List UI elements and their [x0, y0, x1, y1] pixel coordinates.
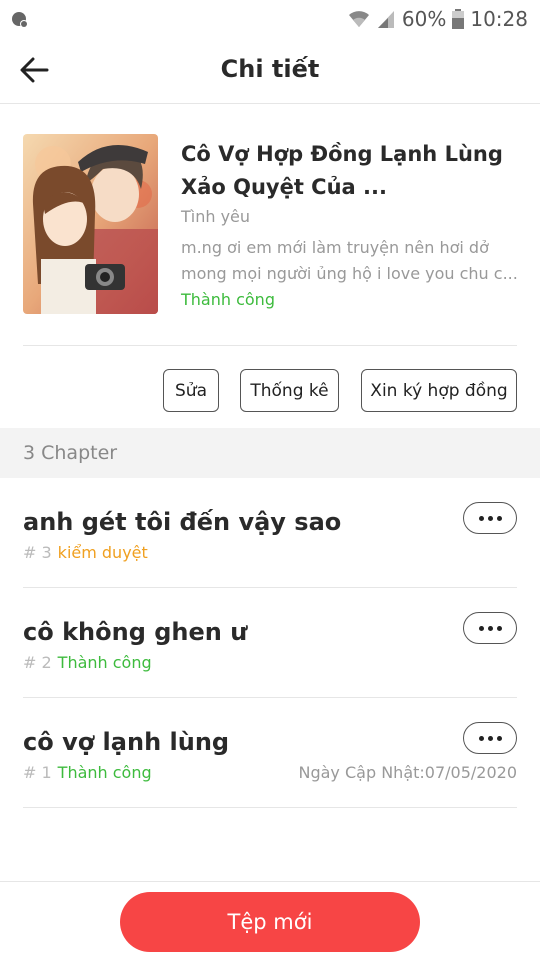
signal-icon: [377, 11, 394, 28]
chapter-meta: # 3 kiểm duyệt: [23, 543, 148, 562]
cover-illustration: [23, 134, 158, 314]
more-options-button[interactable]: [463, 612, 517, 644]
chapter-update-date: Ngày Cập Nhật:07/05/2020: [298, 763, 518, 782]
more-options-button[interactable]: [463, 722, 517, 754]
more-dots-icon: [487, 625, 493, 631]
book-genre: Tình yêu: [181, 207, 251, 226]
battery-percentage: 60%: [401, 7, 447, 31]
chapter-status: kiểm duyệt: [57, 543, 148, 562]
more-dots-icon: [496, 735, 502, 741]
chapter-title: cô không ghen ư: [23, 618, 248, 646]
chapter-status: Thành công: [57, 763, 152, 782]
chapter-title: anh gét tôi đến vậy sao: [23, 508, 342, 536]
more-dots-icon: [496, 515, 502, 521]
clock: 10:28: [470, 7, 528, 31]
chapter-number: # 1: [23, 763, 52, 782]
more-dots-icon: [478, 515, 484, 521]
wifi-icon: [348, 11, 369, 27]
header: Chi tiết: [0, 38, 540, 104]
book-status: Thành công: [181, 290, 275, 309]
more-dots-icon: [478, 735, 484, 741]
book-description: m.ng ơi em mới làm truyện nên hơi dở mon…: [181, 238, 518, 283]
more-dots-icon: [478, 625, 484, 631]
statistics-button[interactable]: Thống kê: [240, 369, 339, 412]
chapter-row[interactable]: cô không ghen ư # 2 Thành công: [23, 588, 517, 698]
battery-icon: [452, 9, 465, 29]
chapter-meta: # 1 Thành công: [23, 763, 152, 782]
book-info: Cô Vợ Hợp Đồng Lạnh Lùng Xảo Quyệt Của .…: [0, 104, 540, 346]
page-title: Chi tiết: [220, 55, 320, 83]
chapter-number: # 2: [23, 653, 52, 672]
book-title: Cô Vợ Hợp Đồng Lạnh Lùng Xảo Quyệt Của .…: [181, 142, 503, 199]
edit-button[interactable]: Sửa: [163, 369, 219, 412]
divider: [23, 345, 517, 346]
chapter-title: cô vợ lạnh lùng: [23, 728, 230, 756]
chapter-number: # 3: [23, 543, 52, 562]
request-contract-button[interactable]: Xin ký hợp đồng: [361, 369, 517, 412]
chapter-status: Thành công: [57, 653, 152, 672]
chapter-meta: # 2 Thành công: [23, 653, 152, 672]
new-file-button[interactable]: Tệp mới: [120, 892, 420, 952]
book-cover-image[interactable]: [23, 134, 158, 314]
footer: Tệp mới: [0, 881, 540, 960]
chapter-count: 3 Chapter: [23, 442, 118, 464]
more-dots-icon: [487, 515, 493, 521]
chapter-row[interactable]: cô vợ lạnh lùng # 1 Thành công Ngày Cập …: [23, 698, 517, 808]
more-options-button[interactable]: [463, 502, 517, 534]
chapter-row[interactable]: anh gét tôi đến vậy sao # 3 kiểm duyệt: [23, 478, 517, 588]
more-dots-icon: [496, 625, 502, 631]
status-bar: 60% 10:28: [0, 0, 540, 38]
notification-icon: [12, 12, 28, 28]
chapter-section-header: 3 Chapter: [0, 428, 540, 478]
status-indicators: 60% 10:28: [348, 6, 528, 32]
more-dots-icon: [487, 735, 493, 741]
action-buttons: Sửa Thống kê Xin ký hợp đồng: [0, 369, 540, 412]
